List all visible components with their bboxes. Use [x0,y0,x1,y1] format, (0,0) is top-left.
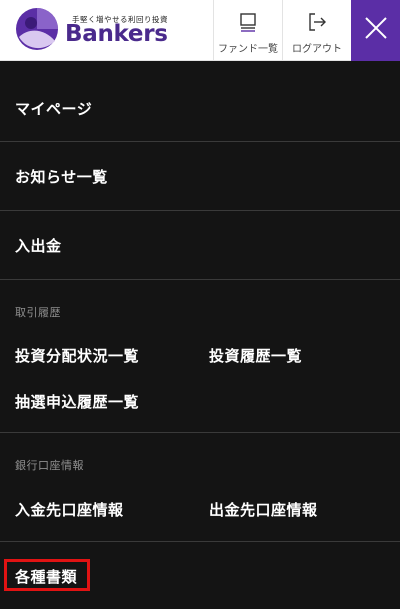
menu-item-deposit-withdraw[interactable]: 入出金 [15,235,62,256]
logout-icon [309,13,326,31]
menu-item-mypage[interactable]: マイページ [15,98,92,119]
divider [0,210,400,211]
close-menu-button[interactable] [351,0,400,61]
bankers-logo[interactable]: 手堅く増やせる利回り投資 Bankers [15,6,185,54]
menu-item-lottery-history[interactable]: 抽選申込履歴一覧 [15,391,139,412]
logout-button[interactable]: ログアウト [282,0,351,60]
fund-list-label: ファンド一覧 [218,44,278,55]
divider [0,541,400,542]
logo-mark-icon [16,8,58,50]
section-label-bank-account: 銀行口座情報 [15,459,84,472]
fund-list-icon [240,13,256,32]
logout-label: ログアウト [292,44,342,55]
close-icon [365,17,387,39]
logo-wordmark: Bankers [65,21,168,47]
divider [0,141,400,142]
menu-item-investment-distribution[interactable]: 投資分配状況一覧 [15,345,139,366]
fund-list-button[interactable]: ファンド一覧 [213,0,282,60]
divider [0,279,400,280]
section-label-transaction-history: 取引履歴 [15,306,61,319]
menu-item-deposit-account[interactable]: 入金先口座情報 [15,499,124,520]
documents-highlight-box [4,559,90,591]
menu-item-investment-history[interactable]: 投資履歴一覧 [209,345,302,366]
divider [0,432,400,433]
header: 手堅く増やせる利回り投資 Bankers ファンド一覧 ログアウト [0,0,400,61]
menu-item-withdraw-account[interactable]: 出金先口座情報 [209,499,318,520]
menu-item-news[interactable]: お知らせ一覧 [15,166,108,187]
